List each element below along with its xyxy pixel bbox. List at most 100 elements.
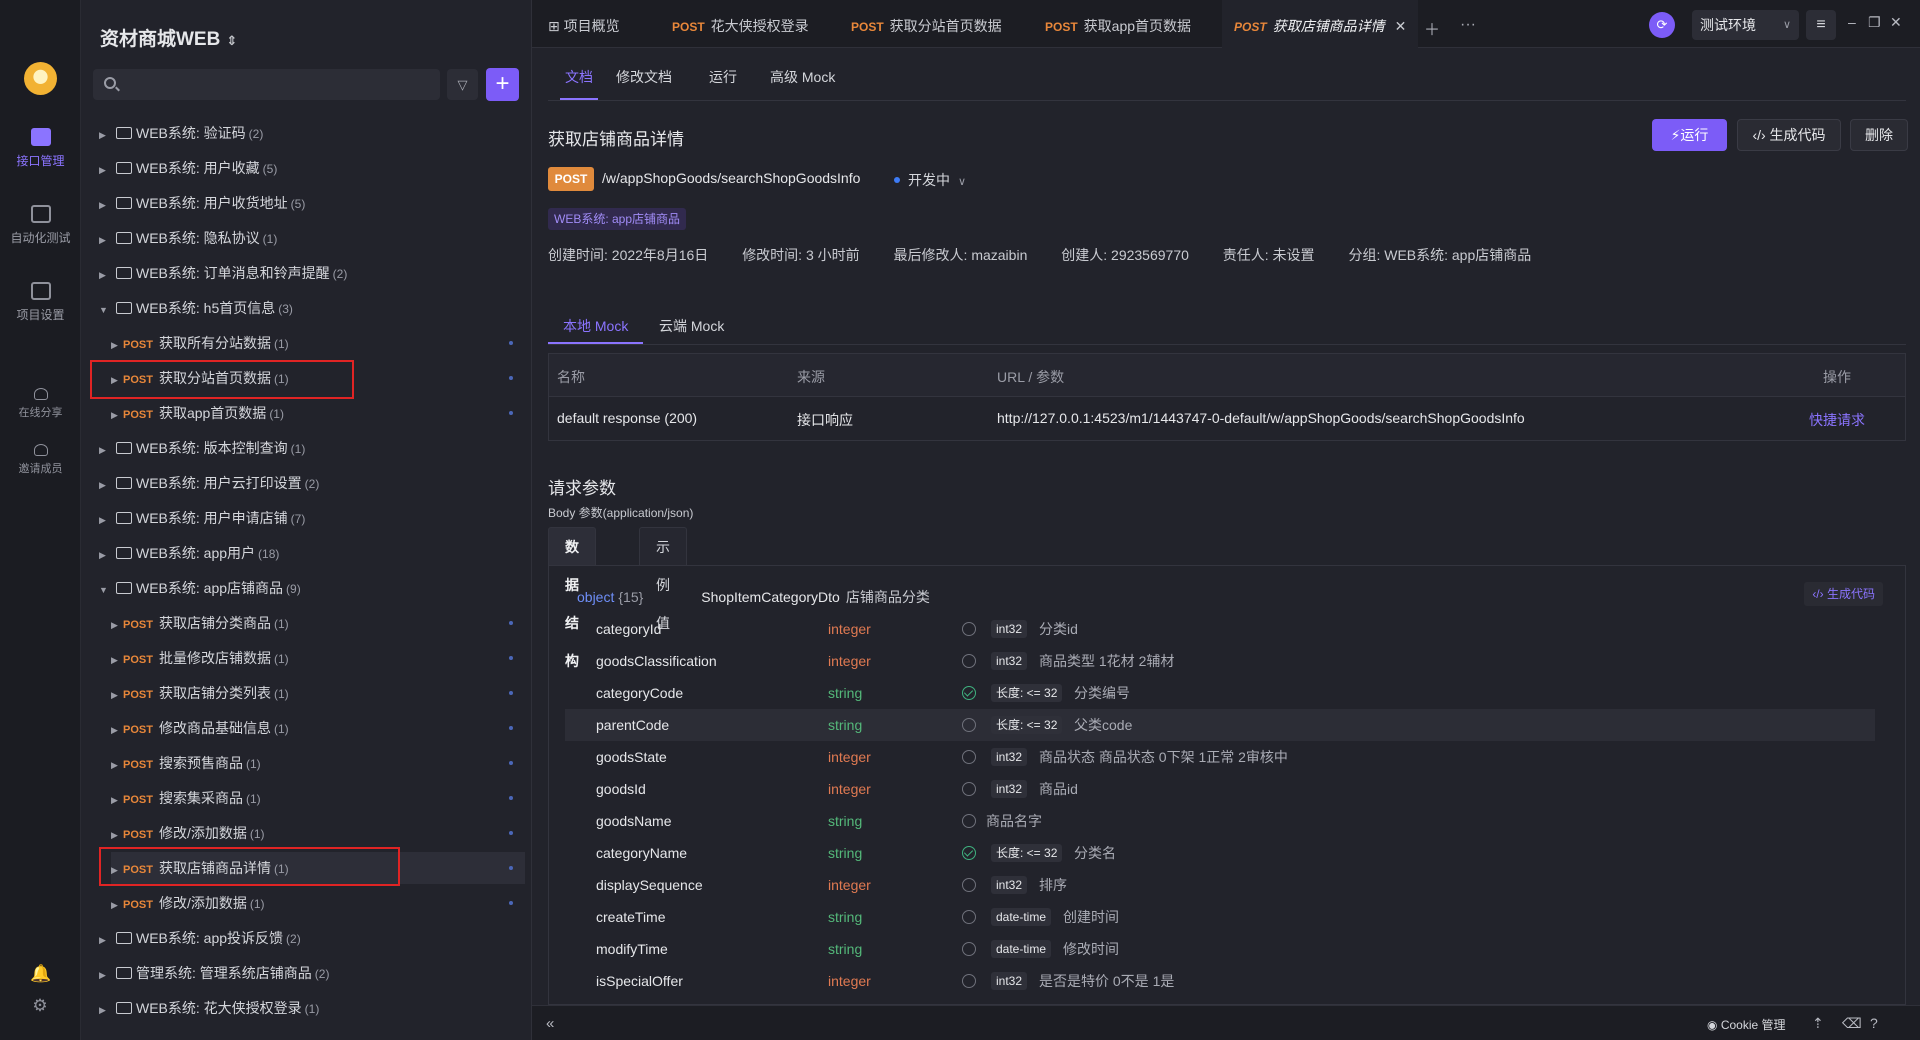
tab-local-mock[interactable]: 本地 Mock bbox=[548, 312, 644, 344]
user-avatar[interactable] bbox=[24, 62, 57, 95]
caret-right-icon[interactable]: ▶ bbox=[99, 469, 111, 501]
field-row[interactable]: goodsState integer int32 商品状态 商品状态 0下架 1正常 … bbox=[565, 741, 1875, 773]
api-item[interactable]: ▶ POST 获取app首页数据 (1) bbox=[111, 397, 525, 429]
caret-right-icon[interactable]: ▶ bbox=[99, 994, 111, 1026]
api-item[interactable]: ▶ POST 修改/添加数据 (1) bbox=[111, 887, 525, 919]
api-item[interactable]: ▶ POST 搜索预售商品 (1) bbox=[111, 747, 525, 779]
folder-item[interactable]: ▶ WEB系统: 验证码 (2) bbox=[99, 117, 529, 149]
delete-button[interactable]: 删除 bbox=[1850, 119, 1908, 151]
tab-shop-goods-detail[interactable]: POST 获取店铺商品详情 ✕ bbox=[1222, 0, 1419, 48]
folder-item[interactable]: ▶ WEB系统: 用户云打印设置 (2) bbox=[99, 467, 529, 499]
cookie-manager[interactable]: ◉ Cookie 管理 bbox=[1707, 1016, 1786, 1033]
rail-item-share[interactable]: 在线分享 bbox=[0, 388, 81, 420]
folder-item[interactable]: ▶ WEB系统: 版本控制查询 (1) bbox=[99, 432, 529, 464]
caret-right-icon[interactable]: ▶ bbox=[99, 959, 111, 991]
field-row[interactable]: goodsClassification integer int32 商品类型 1花材 … bbox=[565, 645, 1875, 677]
tab-data-structure[interactable]: 数据结构 bbox=[548, 527, 596, 669]
api-item[interactable]: ▶ POST 获取店铺分类商品 (1) bbox=[111, 607, 525, 639]
new-tab-icon[interactable]: ＋ bbox=[1424, 16, 1440, 40]
filter-button[interactable]: ▽ bbox=[447, 69, 478, 100]
caret-right-icon[interactable]: ▶ bbox=[99, 434, 111, 466]
generate-code-button[interactable]: ‹/› 生成代码 bbox=[1737, 119, 1841, 151]
restore-icon[interactable]: ❐ bbox=[1868, 14, 1881, 31]
folder-item[interactable]: ▶ 管理系统: 管理系统店铺商品 (2) bbox=[99, 957, 529, 989]
caret-right-icon[interactable]: ▶ bbox=[111, 679, 123, 711]
folder-item[interactable]: ▶ WEB系统: 用户收藏 (5) bbox=[99, 152, 529, 184]
tab-substation-home[interactable]: POST 获取分站首页数据 bbox=[839, 0, 1014, 48]
gear-icon[interactable]: ⚙ bbox=[30, 996, 50, 1016]
caret-right-icon[interactable]: ▶ bbox=[99, 259, 111, 291]
api-item[interactable]: ▶ POST 批量修改店铺数据 (1) bbox=[111, 642, 525, 674]
more-icon[interactable]: ··· bbox=[1460, 16, 1476, 34]
subtab-advanced-mock[interactable]: 高级 Mock bbox=[770, 60, 835, 100]
api-item[interactable]: ▶ POST 修改/添加数据 (1) bbox=[111, 817, 525, 849]
field-row[interactable]: isSpecialOffer integer int32 是否是特价 0不是 1是 bbox=[565, 965, 1875, 997]
status-select[interactable]: 开发中 ∨ bbox=[894, 170, 966, 190]
folder-item[interactable]: ▶ WEB系统: 花大侠授权登录 (1) bbox=[99, 992, 529, 1024]
caret-right-icon[interactable]: ▶ bbox=[111, 889, 123, 921]
field-row[interactable]: parentCode string 长度: <= 32 父类code bbox=[565, 709, 1875, 741]
subtab-doc[interactable]: 文档 bbox=[560, 60, 598, 100]
folder-item[interactable]: ▶ WEB系统: app用户 (18) bbox=[99, 537, 529, 569]
add-button[interactable]: + bbox=[486, 68, 519, 101]
env-select[interactable]: 测试环境 ∨ bbox=[1692, 10, 1799, 40]
field-row[interactable]: goodsName string 商品名字 bbox=[565, 805, 1875, 837]
field-row[interactable]: displaySequence integer int32 排序 bbox=[565, 869, 1875, 901]
rail-item-auto-test[interactable]: 自动化测试 bbox=[0, 205, 81, 246]
search-input[interactable] bbox=[123, 69, 433, 100]
caret-right-icon[interactable]: ▶ bbox=[99, 224, 111, 256]
api-item[interactable]: ▶ POST 修改商品基础信息 (1) bbox=[111, 712, 525, 744]
tab-cloud-mock[interactable]: 云端 Mock bbox=[644, 312, 739, 344]
subtab-edit-doc[interactable]: 修改文档 bbox=[616, 60, 672, 100]
folder-item[interactable]: ▶ WEB系统: 用户申请店铺 (7) bbox=[99, 502, 529, 534]
tab-example[interactable]: 示例值 bbox=[639, 527, 687, 631]
caret-down-icon[interactable]: ▼ bbox=[99, 574, 111, 606]
api-item[interactable]: ▶ POST 获取店铺分类列表 (1) bbox=[111, 677, 525, 709]
api-item[interactable]: ▶ POST 获取所有分站数据 (1) bbox=[111, 327, 525, 359]
field-row[interactable]: goodsId integer int32 商品id bbox=[565, 773, 1875, 805]
folder-item[interactable]: ▶ WEB系统: 隐私协议 (1) bbox=[99, 222, 529, 254]
env-sync-icon[interactable]: ⟳ bbox=[1649, 12, 1675, 38]
menu-button[interactable]: ≡ bbox=[1806, 10, 1836, 40]
subtab-run[interactable]: 运行 bbox=[709, 60, 737, 100]
folder-item[interactable]: ▶ WEB系统: app投诉反馈 (2) bbox=[99, 922, 529, 954]
schema-generate-code-button[interactable]: ‹/› 生成代码 bbox=[1804, 582, 1883, 606]
mock-url[interactable]: http://127.0.0.1:4523/m1/1443747-0-defau… bbox=[997, 410, 1525, 426]
rail-item-api-management[interactable]: 接口管理 bbox=[0, 128, 81, 169]
collapse-sidebar-icon[interactable]: « bbox=[546, 1015, 554, 1032]
tab-login[interactable]: POST 花大侠授权登录 bbox=[660, 0, 821, 48]
caret-right-icon[interactable]: ▶ bbox=[99, 504, 111, 536]
search-box[interactable] bbox=[93, 69, 440, 100]
field-row[interactable]: createTime string date-time 创建时间 bbox=[565, 901, 1875, 933]
tab-overview[interactable]: ⊞ 项目概览 bbox=[536, 0, 632, 48]
caret-right-icon[interactable]: ▶ bbox=[99, 154, 111, 186]
caret-right-icon[interactable]: ▶ bbox=[111, 644, 123, 676]
tab-app-home[interactable]: POST 获取app首页数据 bbox=[1033, 0, 1203, 48]
root-type[interactable]: object bbox=[577, 589, 614, 605]
caret-right-icon[interactable]: ▶ bbox=[111, 749, 123, 781]
field-row[interactable]: categoryCode string 长度: <= 32 分类编号 bbox=[565, 677, 1875, 709]
field-row[interactable]: categoryName string 长度: <= 32 分类名 bbox=[565, 837, 1875, 869]
run-button[interactable]: ⚡运行 bbox=[1652, 119, 1727, 151]
help-icon[interactable]: ? bbox=[1870, 1015, 1878, 1031]
field-row[interactable]: modifyTime string date-time 修改时间 bbox=[565, 933, 1875, 965]
group-tag[interactable]: WEB系统: app店铺商品 bbox=[548, 208, 687, 230]
window-close-icon[interactable]: ✕ bbox=[1890, 14, 1902, 31]
caret-right-icon[interactable]: ▶ bbox=[111, 399, 123, 431]
trash-icon[interactable]: ⌫ bbox=[1842, 1015, 1862, 1032]
upload-icon[interactable]: ⇡ bbox=[1812, 1015, 1824, 1032]
caret-right-icon[interactable]: ▶ bbox=[111, 784, 123, 816]
rail-item-project-settings[interactable]: 项目设置 bbox=[0, 282, 81, 323]
quick-request-link[interactable]: 快捷请求 bbox=[1809, 410, 1865, 430]
caret-right-icon[interactable]: ▶ bbox=[99, 539, 111, 571]
caret-right-icon[interactable]: ▶ bbox=[99, 119, 111, 151]
api-item[interactable]: ▶ POST 搜索集采商品 (1) bbox=[111, 782, 525, 814]
caret-right-icon[interactable]: ▶ bbox=[111, 609, 123, 641]
caret-right-icon[interactable]: ▶ bbox=[111, 329, 123, 361]
folder-item[interactable]: ▶ WEB系统: 用户收货地址 (5) bbox=[99, 187, 529, 219]
folder-item[interactable]: ▼ WEB系统: app店铺商品 (9) bbox=[99, 572, 529, 604]
close-icon[interactable]: ✕ bbox=[1395, 18, 1407, 34]
field-row[interactable]: categoryId integer int32 分类id bbox=[565, 613, 1875, 645]
caret-right-icon[interactable]: ▶ bbox=[111, 714, 123, 746]
folder-item[interactable]: ▼ WEB系统: h5首页信息 (3) bbox=[99, 292, 529, 324]
